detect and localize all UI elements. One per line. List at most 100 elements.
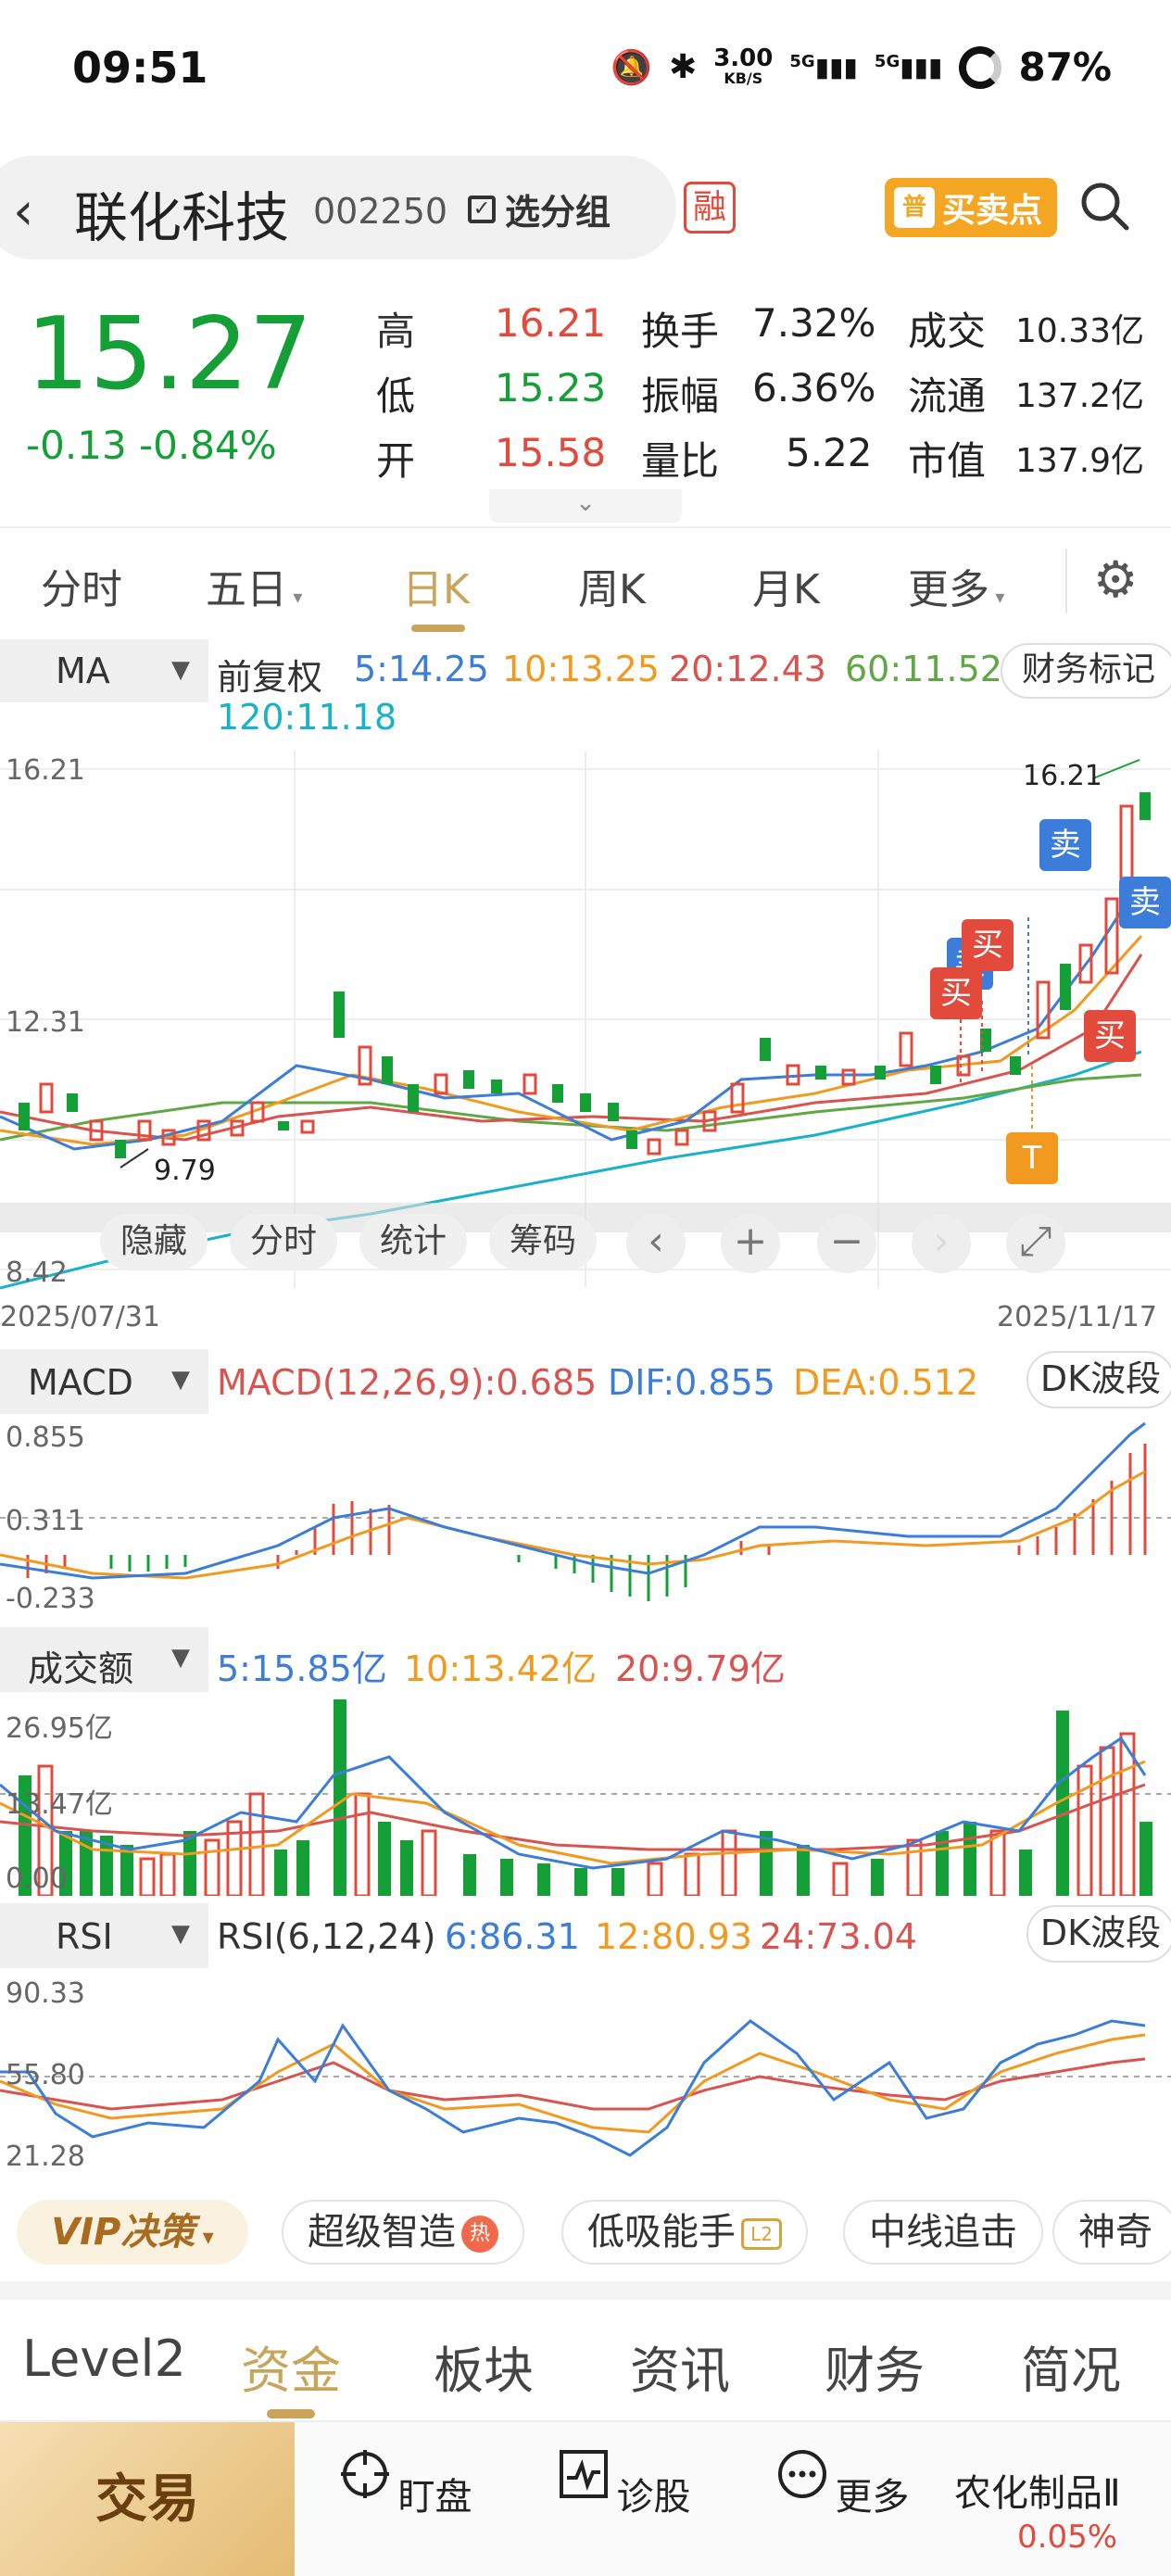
date-start: 2025/07/31 (0, 1301, 160, 1333)
prev-icon[interactable]: ‹ (626, 1214, 686, 1273)
chart-toolbar: 隐藏 分时 统计 筹码 ‹ + − › ⤢ (0, 1208, 1171, 1273)
high-value: 16.21 (495, 300, 607, 346)
zoom-in-icon[interactable]: + (721, 1214, 780, 1273)
adjust-label[interactable]: 前复权 (217, 649, 322, 700)
signal2-label: 5G (874, 52, 900, 71)
tab-level2[interactable]: Level2 (22, 2330, 186, 2388)
tab-intraday[interactable]: 分时 (41, 556, 122, 615)
crosshair-icon (341, 2450, 390, 2498)
expand-chevron-icon[interactable]: ⌄ (489, 489, 682, 523)
strategy-super-smart[interactable]: 超级智造热 (282, 2200, 524, 2265)
vol-ratio-value: 5.22 (786, 430, 873, 475)
status-time: 09:51 (72, 43, 208, 93)
select-group-label: 选分组 (505, 192, 611, 233)
amount-ma10: 10:13.42亿 (404, 1648, 597, 1689)
bottom-nav: 交易 盯盘 诊股 更多 农化制品Ⅱ 0.05% (0, 2420, 1171, 2576)
trade-button[interactable]: 交易 (0, 2422, 295, 2576)
tab-news[interactable]: 资讯 (630, 2330, 730, 2403)
diagnose-button[interactable]: 诊股 (554, 2422, 693, 2576)
dk-band-button[interactable]: DK波段 (1026, 1905, 1171, 1963)
zoom-out-icon[interactable]: − (817, 1214, 876, 1273)
sell-tag[interactable]: 卖 (1039, 819, 1091, 871)
low-label: 低 (376, 373, 416, 419)
macd-chart[interactable] (0, 1416, 1171, 1620)
l2-icon: L2 (741, 2218, 782, 2250)
stats-button[interactable]: 统计 (359, 1214, 467, 1269)
signal-icon: 5G▮▮▮ (789, 52, 858, 82)
battery-icon (959, 45, 1002, 89)
float-value: 137.2亿 (1015, 377, 1145, 415)
signal1-label: 5G (789, 52, 815, 71)
rsi-ymid: 55.80 (6, 2059, 85, 2091)
next-icon[interactable]: › (912, 1214, 971, 1273)
t-tag[interactable]: T (1006, 1132, 1058, 1184)
high-label: 高 (376, 309, 416, 354)
amount-label: 成交 (908, 309, 987, 354)
gear-icon[interactable]: ⚙ (1093, 550, 1138, 609)
macd-dea: DEA:0.512 (793, 1362, 979, 1403)
last-price: 15.27 (26, 297, 313, 412)
ma-selector[interactable]: MA ▼ (0, 639, 208, 702)
watch-button[interactable]: 盯盘 (335, 2422, 474, 2576)
amount-selector[interactable]: 成交额 ▼ (0, 1627, 208, 1692)
strategy-magic[interactable]: 神奇 (1052, 2200, 1171, 2265)
diagnose-label: 诊股 (616, 2476, 691, 2519)
search-icon[interactable] (1077, 178, 1132, 234)
battery-text: 87% (1018, 44, 1112, 90)
tab-funds[interactable]: 资金 (241, 2330, 341, 2403)
rsi-chart[interactable] (0, 1970, 1171, 2183)
chips-button[interactable]: 筹码 (489, 1214, 597, 1269)
rsi-ymin: 21.28 (6, 2140, 85, 2173)
tab-finance[interactable]: 财务 (825, 2330, 925, 2403)
tab-more[interactable]: 更多 ▾ (908, 556, 1004, 615)
divider (1065, 549, 1067, 613)
status-icons: 🔕 ✱ 3.00 KB/S 5G▮▮▮ 5G▮▮▮ 87% (611, 44, 1112, 90)
kline-ymax: 16.21 (6, 754, 85, 787)
macd-label: MACD (28, 1362, 133, 1403)
kline-high-label: 16.21 (1023, 760, 1102, 792)
buy-tag[interactable]: 买 (1084, 1010, 1136, 1062)
dropdown-icon: ▼ (171, 1366, 190, 1394)
status-bar: 09:51 🔕 ✱ 3.00 KB/S 5G▮▮▮ 5G▮▮▮ 87% (0, 0, 1171, 139)
sector-index-name[interactable]: 农化制品Ⅱ (954, 2463, 1121, 2517)
strategy-mid-chase[interactable]: 中线追击 (843, 2200, 1043, 2265)
tab-monthly-k[interactable]: 月K (752, 556, 820, 615)
signal2-icon: 5G▮▮▮ (874, 52, 943, 82)
more-dots-icon (778, 2450, 827, 2498)
select-group-button[interactable]: ✓ 选分组 (468, 183, 611, 234)
intraday-button[interactable]: 分时 (230, 1214, 337, 1269)
vol-ratio-label: 量比 (641, 438, 720, 484)
macd-title: MACD(12,26,9):0.685 (217, 1362, 598, 1403)
tab-profile[interactable]: 简况 (1021, 2330, 1121, 2403)
net-speed-unit: KB/S (724, 69, 763, 87)
back-icon[interactable]: ‹ (13, 182, 33, 242)
amount-chart[interactable] (0, 1692, 1171, 1896)
fullscreen-icon[interactable]: ⤢ (1006, 1214, 1065, 1273)
rsi-title: RSI(6,12,24) (217, 1916, 436, 1957)
financial-mark-button[interactable]: 财务标记 (1001, 643, 1171, 699)
macd-selector[interactable]: MACD ▼ (0, 1349, 208, 1414)
tab-five-day[interactable]: 五日 ▾ (206, 556, 302, 615)
tab-sector[interactable]: 板块 (434, 2330, 534, 2403)
buy-tag[interactable]: 买 (930, 967, 982, 1019)
rsi-ymax: 90.33 (6, 1977, 85, 2010)
buy-sell-point-button[interactable]: 普 买卖点 (885, 178, 1057, 237)
tab-daily-k[interactable]: 日K (402, 556, 470, 615)
vip-decision-button[interactable]: VIP决策 ▾ (17, 2200, 248, 2265)
hot-icon: 热 (461, 2216, 498, 2253)
more-button[interactable]: 更多 (773, 2422, 912, 2576)
tab-weekly-k[interactable]: 周K (578, 556, 646, 615)
ma-label: MA (56, 650, 110, 691)
strategy-dip-buyer[interactable]: 低吸能手 L2 (561, 2200, 808, 2265)
amplitude-label: 振幅 (641, 373, 720, 419)
more-label: 更多 (835, 2476, 910, 2519)
hide-button[interactable]: 隐藏 (100, 1214, 208, 1269)
dk-band-button[interactable]: DK波段 (1026, 1351, 1171, 1408)
watch-label: 盯盘 (397, 2476, 472, 2519)
vip-label: VIP决策 (51, 2211, 195, 2254)
margin-badge[interactable]: 融 (684, 182, 736, 234)
buy-tag[interactable]: 买 (962, 919, 1014, 971)
net-speed: 3.00 KB/S (713, 46, 773, 88)
sell-tag[interactable]: 卖 (1119, 877, 1171, 928)
rsi-selector[interactable]: RSI ▼ (0, 1903, 208, 1968)
